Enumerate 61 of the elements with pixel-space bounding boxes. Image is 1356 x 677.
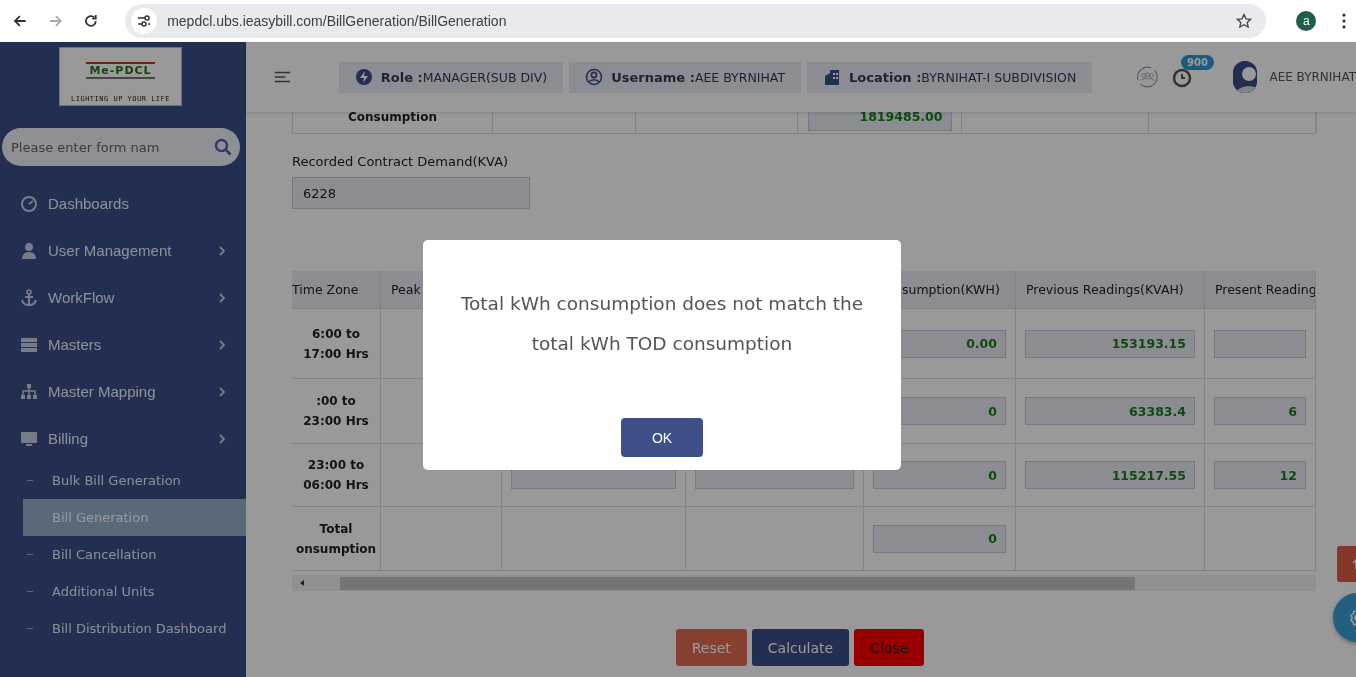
nav-item[interactable]: User Management	[0, 227, 246, 274]
address-bar[interactable]: mepdcl.ubs.ieasybill.com/BillGeneration/BillGeneration	[125, 4, 1267, 38]
profile-avatar[interactable]: a	[1296, 11, 1317, 31]
search-field[interactable]: Please enter form nam	[2, 128, 240, 166]
reset-button[interactable]: Reset	[675, 629, 747, 666]
nav-subitem[interactable]: Bill Distribution Dashboard	[23, 610, 246, 647]
star-icon	[1236, 13, 1253, 29]
search-icon	[214, 138, 232, 156]
close-button[interactable]: Close	[854, 629, 925, 666]
info-chip: Role :MANAGER(SUB DIV)	[338, 61, 564, 93]
column-header: Time Zone	[292, 271, 381, 309]
calculate-button[interactable]: Calculate	[751, 629, 850, 666]
menu-icon	[1342, 13, 1346, 29]
nav-item[interactable]: Billing	[0, 415, 246, 462]
monitor-icon	[20, 429, 38, 448]
reload-icon	[83, 13, 100, 29]
column-header: Present Reading	[1205, 271, 1316, 309]
user-icon	[20, 241, 38, 260]
column-header: Previous Readings(KVAH)	[1016, 271, 1205, 309]
reading-field[interactable]	[1214, 329, 1306, 358]
row-label: Consumption	[348, 112, 437, 126]
ok-button[interactable]: OK	[621, 418, 703, 457]
nav-item[interactable]: Master Mapping	[0, 368, 246, 415]
sitemap-icon	[20, 382, 38, 401]
gauge-icon	[20, 194, 38, 213]
horizontal-scrollbar[interactable]	[292, 575, 1316, 591]
field-label: Recorded Contract Demand(KVA)	[292, 154, 510, 169]
contract-demand-field[interactable]: 6228	[292, 177, 530, 209]
menu-icon	[274, 69, 291, 85]
reading-field[interactable]: 6	[1214, 397, 1306, 425]
nav-item[interactable]: Masters	[0, 321, 246, 368]
tune-icon	[137, 14, 152, 28]
forward-icon	[47, 13, 64, 29]
nav-subitem[interactable]: Bill Cancellation	[23, 536, 246, 573]
nav-item[interactable]: WorkFlow	[0, 274, 246, 321]
table-cell: 23:00 to 06:00 Hrs	[292, 444, 381, 507]
nav-subitem[interactable]: Bulk Bill Generation	[23, 462, 246, 499]
reading-field[interactable]: 0	[873, 461, 1006, 489]
user-circle-icon	[585, 68, 604, 86]
consumption-field[interactable]: 1819485.00	[807, 112, 952, 131]
user-name: AEE BYRNIHAT	[1269, 70, 1356, 84]
notification-badge: 900	[1181, 55, 1214, 70]
nav-subitem[interactable]: Additional Units	[23, 573, 246, 610]
avatar-icon	[1233, 61, 1258, 93]
scroll-left-icon	[298, 579, 306, 587]
nav-item[interactable]: Dashboards	[0, 180, 246, 227]
table-cell: :00 to 23:00 Hrs	[292, 379, 381, 444]
bolt-icon	[354, 68, 373, 86]
anchor-icon	[20, 288, 38, 307]
reading-field[interactable]: 63383.4	[1025, 397, 1195, 425]
reading-field[interactable]: 115217.55	[1025, 461, 1195, 489]
reading-field[interactable]: 0	[873, 524, 1006, 553]
back-icon	[12, 13, 28, 29]
table-cell: Total onsumption	[292, 507, 381, 571]
reading-field[interactable]: 12	[1214, 461, 1306, 489]
list-icon	[20, 335, 38, 354]
table-cell: 6:00 to 17:00 Hrs	[292, 309, 381, 379]
info-chip: Username :AEE BYRNIHAT	[569, 61, 802, 93]
info-chip: Location :BYRNIHAT-I SUBDIVISION	[807, 61, 1093, 93]
building-icon	[823, 68, 842, 86]
reading-field[interactable]: 153193.15	[1025, 329, 1195, 358]
